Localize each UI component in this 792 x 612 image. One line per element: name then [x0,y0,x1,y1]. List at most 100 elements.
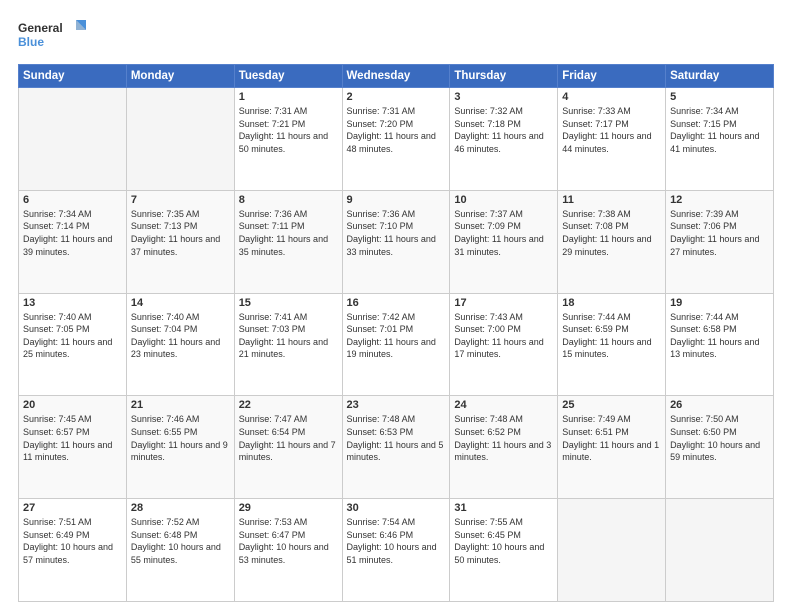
cell-info: Sunrise: 7:52 AMSunset: 6:48 PMDaylight:… [131,516,230,566]
cell-info: Sunrise: 7:53 AMSunset: 6:47 PMDaylight:… [239,516,338,566]
cell-info: Sunrise: 7:37 AMSunset: 7:09 PMDaylight:… [454,208,553,258]
cell-info: Sunrise: 7:44 AMSunset: 6:58 PMDaylight:… [670,311,769,361]
day-number: 2 [347,91,446,103]
day-number: 11 [562,194,661,206]
calendar-cell: 21 Sunrise: 7:46 AMSunset: 6:55 PMDayligh… [126,396,234,499]
cell-info: Sunrise: 7:45 AMSunset: 6:57 PMDaylight:… [23,413,122,463]
cell-info: Sunrise: 7:31 AMSunset: 7:21 PMDaylight:… [239,105,338,155]
calendar-cell [666,499,774,602]
calendar-week-row: 27 Sunrise: 7:51 AMSunset: 6:49 PMDayligh… [19,499,774,602]
day-number: 19 [670,297,769,309]
weekday-header: Sunday [19,65,127,88]
calendar-cell: 15 Sunrise: 7:41 AMSunset: 7:03 PMDayligh… [234,293,342,396]
day-number: 13 [23,297,122,309]
day-number: 30 [347,502,446,514]
calendar-cell: 25 Sunrise: 7:49 AMSunset: 6:51 PMDayligh… [558,396,666,499]
calendar-week-row: 1 Sunrise: 7:31 AMSunset: 7:21 PMDaylight… [19,88,774,191]
cell-info: Sunrise: 7:40 AMSunset: 7:04 PMDaylight:… [131,311,230,361]
cell-info: Sunrise: 7:33 AMSunset: 7:17 PMDaylight:… [562,105,661,155]
day-number: 1 [239,91,338,103]
weekday-header-row: SundayMondayTuesdayWednesdayThursdayFrid… [19,65,774,88]
day-number: 20 [23,399,122,411]
day-number: 6 [23,194,122,206]
cell-info: Sunrise: 7:39 AMSunset: 7:06 PMDaylight:… [670,208,769,258]
day-number: 3 [454,91,553,103]
cell-info: Sunrise: 7:40 AMSunset: 7:05 PMDaylight:… [23,311,122,361]
calendar-cell: 27 Sunrise: 7:51 AMSunset: 6:49 PMDayligh… [19,499,127,602]
calendar-cell: 22 Sunrise: 7:47 AMSunset: 6:54 PMDayligh… [234,396,342,499]
cell-info: Sunrise: 7:44 AMSunset: 6:59 PMDaylight:… [562,311,661,361]
cell-info: Sunrise: 7:42 AMSunset: 7:01 PMDaylight:… [347,311,446,361]
day-number: 26 [670,399,769,411]
cell-info: Sunrise: 7:50 AMSunset: 6:50 PMDaylight:… [670,413,769,463]
calendar-cell: 3 Sunrise: 7:32 AMSunset: 7:18 PMDaylight… [450,88,558,191]
calendar-cell: 28 Sunrise: 7:52 AMSunset: 6:48 PMDayligh… [126,499,234,602]
cell-info: Sunrise: 7:34 AMSunset: 7:15 PMDaylight:… [670,105,769,155]
day-number: 15 [239,297,338,309]
calendar-cell: 1 Sunrise: 7:31 AMSunset: 7:21 PMDaylight… [234,88,342,191]
day-number: 8 [239,194,338,206]
cell-info: Sunrise: 7:54 AMSunset: 6:46 PMDaylight:… [347,516,446,566]
cell-info: Sunrise: 7:55 AMSunset: 6:45 PMDaylight:… [454,516,553,566]
calendar-table: SundayMondayTuesdayWednesdayThursdayFrid… [18,64,774,602]
calendar-cell [558,499,666,602]
day-number: 10 [454,194,553,206]
day-number: 28 [131,502,230,514]
day-number: 7 [131,194,230,206]
day-number: 21 [131,399,230,411]
cell-info: Sunrise: 7:32 AMSunset: 7:18 PMDaylight:… [454,105,553,155]
calendar-cell [19,88,127,191]
calendar-cell: 18 Sunrise: 7:44 AMSunset: 6:59 PMDayligh… [558,293,666,396]
calendar-cell: 14Sunrise: 7:40 AMSunset: 7:04 PMDayligh… [126,293,234,396]
page: General Blue SundayMondayTuesdayWednesda… [0,0,792,612]
weekday-header: Wednesday [342,65,450,88]
calendar-cell: 8Sunrise: 7:36 AMSunset: 7:11 PMDaylight… [234,190,342,293]
weekday-header: Monday [126,65,234,88]
cell-info: Sunrise: 7:36 AMSunset: 7:10 PMDaylight:… [347,208,446,258]
weekday-header: Friday [558,65,666,88]
calendar-cell: 31 Sunrise: 7:55 AMSunset: 6:45 PMDayligh… [450,499,558,602]
calendar-cell: 16 Sunrise: 7:42 AMSunset: 7:01 PMDayligh… [342,293,450,396]
day-number: 16 [347,297,446,309]
calendar-cell: 23Sunrise: 7:48 AMSunset: 6:53 PMDayligh… [342,396,450,499]
calendar-cell [126,88,234,191]
day-number: 27 [23,502,122,514]
header: General Blue [18,18,774,56]
calendar-cell: 6Sunrise: 7:34 AMSunset: 7:14 PMDaylight… [19,190,127,293]
cell-info: Sunrise: 7:46 AMSunset: 6:55 PMDaylight:… [131,413,230,463]
cell-info: Sunrise: 7:31 AMSunset: 7:20 PMDaylight:… [347,105,446,155]
logo: General Blue [18,18,88,56]
cell-info: Sunrise: 7:49 AMSunset: 6:51 PMDaylight:… [562,413,661,463]
day-number: 9 [347,194,446,206]
calendar-week-row: 20 Sunrise: 7:45 AMSunset: 6:57 PMDayligh… [19,396,774,499]
calendar-cell: 19 Sunrise: 7:44 AMSunset: 6:58 PMDayligh… [666,293,774,396]
calendar-cell: 20 Sunrise: 7:45 AMSunset: 6:57 PMDayligh… [19,396,127,499]
weekday-header: Tuesday [234,65,342,88]
day-number: 22 [239,399,338,411]
svg-text:General: General [18,21,63,35]
calendar-cell: 7 Sunrise: 7:35 AMSunset: 7:13 PMDaylight… [126,190,234,293]
cell-info: Sunrise: 7:35 AMSunset: 7:13 PMDaylight:… [131,208,230,258]
cell-info: Sunrise: 7:48 AMSunset: 6:53 PMDaylight:… [347,413,446,463]
day-number: 25 [562,399,661,411]
cell-info: Sunrise: 7:41 AMSunset: 7:03 PMDaylight:… [239,311,338,361]
calendar-cell: 13 Sunrise: 7:40 AMSunset: 7:05 PMDayligh… [19,293,127,396]
cell-info: Sunrise: 7:51 AMSunset: 6:49 PMDaylight:… [23,516,122,566]
calendar-cell: 26 Sunrise: 7:50 AMSunset: 6:50 PMDayligh… [666,396,774,499]
day-number: 5 [670,91,769,103]
calendar-cell: 4 Sunrise: 7:33 AMSunset: 7:17 PMDaylight… [558,88,666,191]
cell-info: Sunrise: 7:38 AMSunset: 7:08 PMDaylight:… [562,208,661,258]
day-number: 18 [562,297,661,309]
calendar-week-row: 6Sunrise: 7:34 AMSunset: 7:14 PMDaylight… [19,190,774,293]
calendar-cell: 11 Sunrise: 7:38 AMSunset: 7:08 PMDayligh… [558,190,666,293]
weekday-header: Saturday [666,65,774,88]
calendar-cell: 2 Sunrise: 7:31 AMSunset: 7:20 PMDaylight… [342,88,450,191]
day-number: 24 [454,399,553,411]
calendar-cell: 17Sunrise: 7:43 AMSunset: 7:00 PMDayligh… [450,293,558,396]
calendar-cell: 9 Sunrise: 7:36 AMSunset: 7:10 PMDaylight… [342,190,450,293]
calendar-week-row: 13 Sunrise: 7:40 AMSunset: 7:05 PMDayligh… [19,293,774,396]
day-number: 4 [562,91,661,103]
day-number: 31 [454,502,553,514]
cell-info: Sunrise: 7:47 AMSunset: 6:54 PMDaylight:… [239,413,338,463]
calendar-cell: 5 Sunrise: 7:34 AMSunset: 7:15 PMDaylight… [666,88,774,191]
